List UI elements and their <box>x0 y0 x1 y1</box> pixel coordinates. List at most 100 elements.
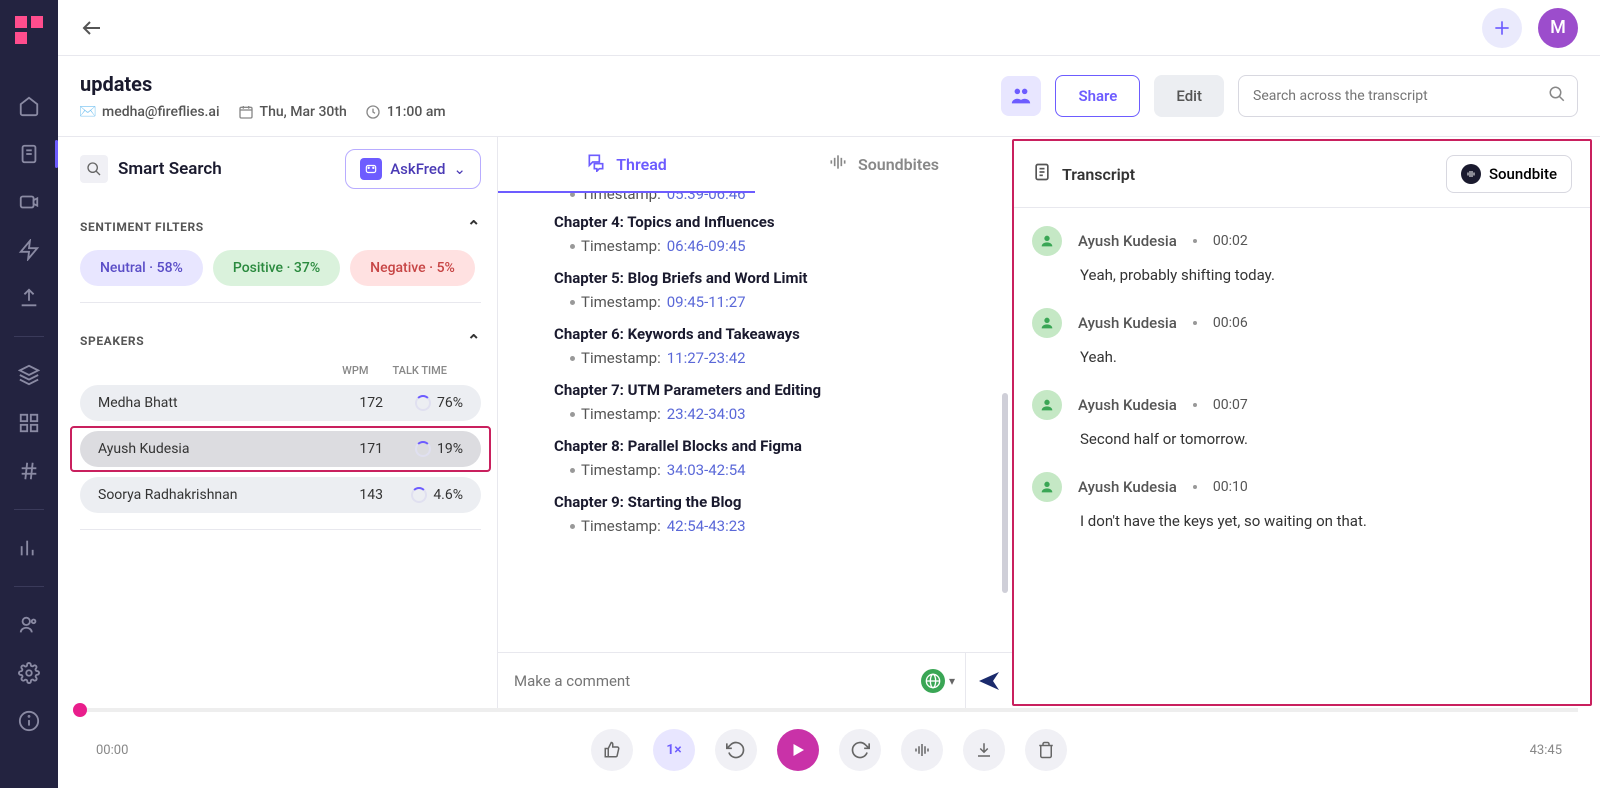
nav-home-icon[interactable] <box>15 92 43 120</box>
transcript-entry: Ayush Kudesia00:10 I don't have the keys… <box>1032 472 1572 530</box>
speaker-row[interactable]: Soorya Radhakrishnan 143 4.6% <box>80 477 481 513</box>
askfred-button[interactable]: AskFred ⌄ <box>345 149 481 189</box>
soundbite-icon <box>1461 164 1481 184</box>
transcript-panel: Transcript Soundbite Ayush Kudesia00:02 … <box>1012 139 1592 706</box>
time-total: 43:45 <box>1530 743 1562 758</box>
speaker-row[interactable]: Medha Bhatt 172 76% <box>80 385 481 421</box>
timestamp-link[interactable]: 11:27-23:42 <box>667 349 746 367</box>
nav-bolt-icon[interactable] <box>15 236 43 264</box>
transcript-title: Transcript <box>1062 165 1135 184</box>
time-current: 00:00 <box>96 743 128 758</box>
visibility-selector[interactable]: ▾ <box>911 653 966 708</box>
page-title: updates <box>80 72 446 96</box>
user-avatar[interactable]: M <box>1538 8 1578 48</box>
timestamp-link[interactable]: 06:46-09:45 <box>667 237 746 255</box>
add-button[interactable] <box>1482 8 1522 48</box>
calendar-icon <box>238 104 254 120</box>
speakers-section-head[interactable]: SPEAKERS ⌃ <box>80 331 481 350</box>
share-button[interactable]: Share <box>1055 75 1140 117</box>
soundbite-button[interactable]: Soundbite <box>1446 155 1572 193</box>
nav-team-icon[interactable] <box>15 611 43 639</box>
owner-email: ✉️ medha@fireflies.ai <box>80 104 220 120</box>
transcript-entry: Ayush Kudesia00:06 Yeah. <box>1032 308 1572 366</box>
chapter-title: Chapter 4: Topics and Influences <box>554 213 972 231</box>
timestamp-link[interactable]: 34:03-42:54 <box>667 461 746 479</box>
transcript-search-input[interactable] <box>1238 75 1578 117</box>
meeting-date: Thu, Mar 30th <box>238 104 347 120</box>
speed-button[interactable]: 1× <box>653 729 695 771</box>
nav-layers-icon[interactable] <box>15 361 43 389</box>
nav-settings-icon[interactable] <box>15 659 43 687</box>
people-icon-button[interactable] <box>1001 76 1041 116</box>
thumbs-up-button[interactable] <box>591 729 633 771</box>
timestamp-link[interactable]: 23:42-34:03 <box>667 405 746 423</box>
send-button[interactable] <box>966 669 1012 693</box>
timestamp-link[interactable]: 42:54-43:23 <box>667 517 746 535</box>
speaker-avatar <box>1032 472 1062 502</box>
sentiment-section-head[interactable]: SENTIMENT FILTERS ⌃ <box>80 217 481 236</box>
mail-icon: ✉️ <box>80 104 96 120</box>
nav-info-icon[interactable] <box>15 707 43 735</box>
timestamp[interactable]: 00:02 <box>1213 233 1248 249</box>
edit-button[interactable]: Edit <box>1154 75 1224 117</box>
rewind-5s-button[interactable] <box>715 729 757 771</box>
player-bar: 00:00 1× 43:45 <box>58 708 1600 788</box>
speaker-avatar <box>1032 308 1062 338</box>
chapter-title: Chapter 6: Keywords and Takeaways <box>554 325 972 343</box>
soundbites-tab[interactable]: Soundbites <box>755 137 1012 193</box>
nav-upload-icon[interactable] <box>15 284 43 312</box>
meeting-time: 11:00 am <box>365 104 446 120</box>
chapter-title: Chapter 9: Starting the Blog <box>554 493 972 511</box>
timestamp[interactable]: 00:07 <box>1213 397 1248 413</box>
speaker-avatar <box>1032 390 1062 420</box>
sentiment-positive-chip[interactable]: Positive · 37% <box>213 250 340 286</box>
speakers-talk-header: TALK TIME <box>392 364 447 377</box>
nav-notes-icon[interactable] <box>15 140 43 168</box>
search-icon <box>1548 85 1566 107</box>
nav-chart-icon[interactable] <box>15 534 43 562</box>
smart-search-icon <box>80 155 108 183</box>
chevron-down-icon: ▾ <box>949 674 955 688</box>
smart-search-panel: Smart Search AskFred ⌄ SENTIMENT FILTERS… <box>58 137 498 708</box>
chevron-up-icon: ⌃ <box>467 331 481 350</box>
soundbites-icon <box>828 152 848 176</box>
top-bar: M <box>58 0 1600 55</box>
globe-icon <box>921 669 945 693</box>
nav-video-icon[interactable] <box>15 188 43 216</box>
chevron-down-icon: ⌄ <box>453 160 466 178</box>
timestamp-link[interactable]: 05:39-06:46 <box>667 193 746 203</box>
nav-hash-icon[interactable] <box>15 457 43 485</box>
sentiment-negative-chip[interactable]: Negative · 5% <box>350 250 475 286</box>
app-logo <box>11 12 47 48</box>
play-button[interactable] <box>777 729 819 771</box>
transcript-icon <box>1032 162 1052 186</box>
chapter-title: Chapter 8: Parallel Blocks and Figma <box>554 437 972 455</box>
clock-icon <box>365 104 381 120</box>
speakers-wpm-header: WPM <box>342 364 368 377</box>
chapter-title: Chapter 5: Blog Briefs and Word Limit <box>554 269 972 287</box>
meeting-header: updates ✉️ medha@fireflies.ai Thu, Mar 3… <box>58 56 1600 136</box>
nav-grid-icon[interactable] <box>15 409 43 437</box>
chevron-up-icon: ⌃ <box>467 217 481 236</box>
thread-icon <box>586 152 606 176</box>
back-button[interactable] <box>80 16 104 40</box>
progress-circle-icon <box>411 487 427 503</box>
transcript-entry: Ayush Kudesia00:07 Second half or tomorr… <box>1032 390 1572 448</box>
waveform-button[interactable] <box>901 729 943 771</box>
delete-button[interactable] <box>1025 729 1067 771</box>
progress-circle-icon <box>415 395 431 411</box>
askfred-icon <box>360 158 382 180</box>
timestamp[interactable]: 00:10 <box>1213 479 1248 495</box>
transcript-entry: Ayush Kudesia00:02 Yeah, probably shifti… <box>1032 226 1572 284</box>
comment-input[interactable] <box>498 653 911 708</box>
nav-rail <box>0 0 58 788</box>
speaker-avatar <box>1032 226 1062 256</box>
comment-bar: ▾ <box>498 652 1012 708</box>
forward-15s-button[interactable] <box>839 729 881 771</box>
download-button[interactable] <box>963 729 1005 771</box>
sentiment-neutral-chip[interactable]: Neutral · 58% <box>80 250 203 286</box>
thread-tab[interactable]: Thread <box>498 137 755 193</box>
timestamp[interactable]: 00:06 <box>1213 315 1248 331</box>
timestamp-link[interactable]: 09:45-11:27 <box>667 293 746 311</box>
scrollbar[interactable] <box>1002 393 1008 593</box>
